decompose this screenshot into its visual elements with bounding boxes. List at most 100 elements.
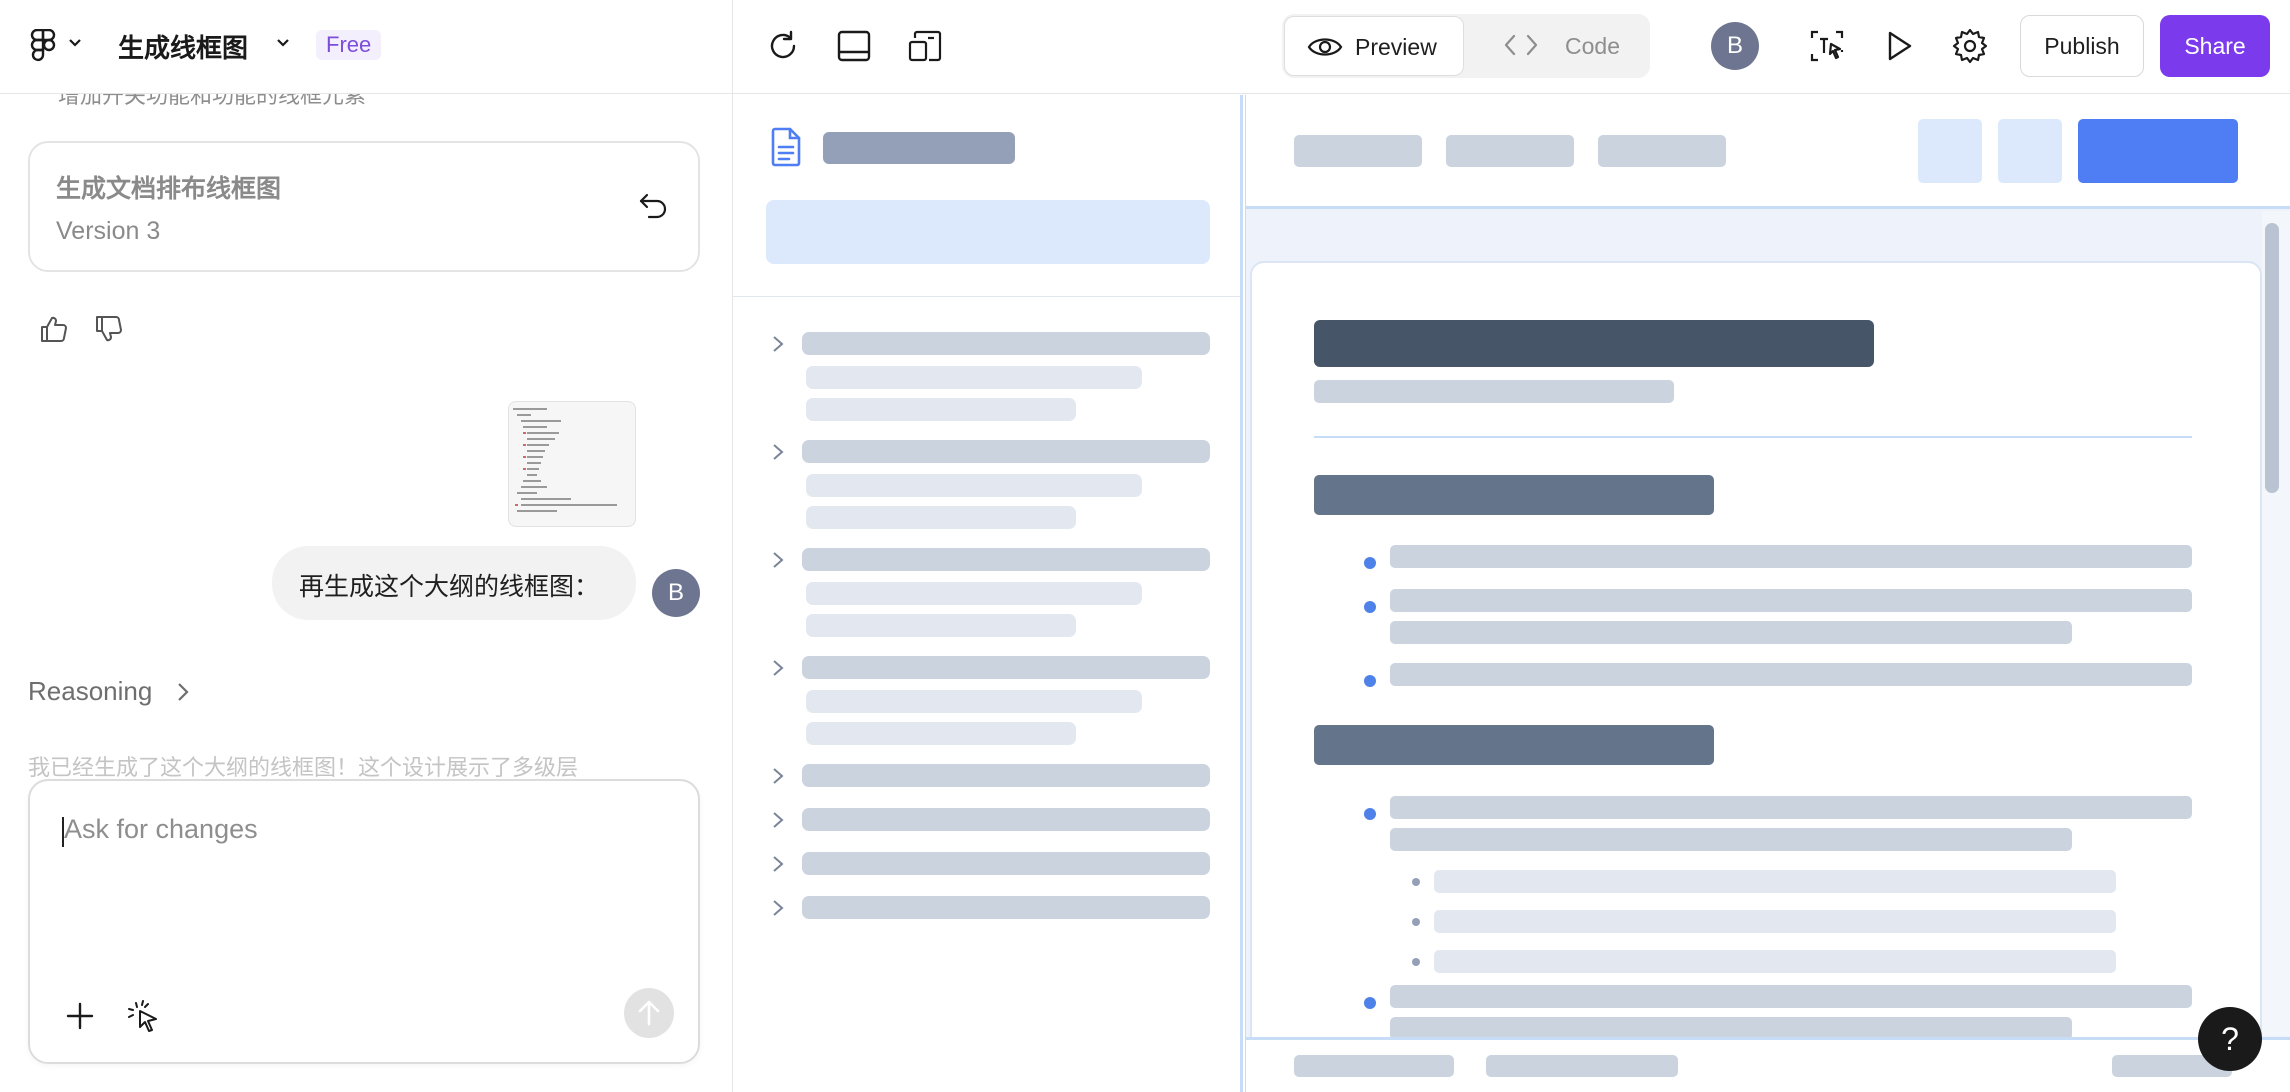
preview-document-card	[1250, 261, 2262, 1092]
skeleton-text-line	[1434, 910, 2116, 933]
tab-preview-label: Preview	[1355, 34, 1437, 60]
plan-badge: Free	[316, 30, 382, 60]
expand-chevron-icon[interactable]	[771, 442, 785, 462]
skeleton-nav-item	[1446, 135, 1574, 167]
skeleton-primary-button	[2078, 119, 2238, 183]
skeleton-outline-item[interactable]	[802, 656, 1210, 679]
skeleton-icon-button	[1918, 119, 1982, 183]
play-icon[interactable]	[1881, 28, 1917, 64]
skeleton-subtitle	[1314, 380, 1674, 403]
skeleton-outline-item[interactable]	[802, 808, 1210, 831]
skeleton-outline-subitem	[806, 366, 1142, 389]
divider	[733, 296, 1240, 297]
version-card[interactable]: 生成文档排布线框图 Version 3	[28, 141, 700, 272]
file-title[interactable]: 生成线框图	[118, 28, 248, 65]
skeleton-text-line	[1390, 621, 2072, 644]
responsive-icon[interactable]	[907, 28, 943, 64]
select-element-icon[interactable]	[124, 997, 164, 1037]
skeleton-text-line	[1390, 796, 2192, 819]
user-avatar[interactable]: B	[1711, 22, 1759, 70]
skeleton-icon-button	[1998, 119, 2062, 183]
wireframe-preview-canvas	[1245, 95, 2290, 1092]
skeleton-text-line	[1434, 870, 2116, 893]
skeleton-outline-subitem	[806, 582, 1142, 605]
skeleton-selected-block[interactable]	[766, 200, 1210, 264]
chat-header: 生成线框图 Free	[0, 0, 732, 94]
document-icon	[771, 127, 801, 167]
skeleton-outline-subitem	[806, 398, 1076, 421]
share-button[interactable]: Share	[2160, 15, 2270, 77]
skeleton-doc-title	[823, 132, 1015, 164]
reasoning-toggle[interactable]: Reasoning	[28, 676, 152, 707]
skeleton-footer-item	[1486, 1055, 1678, 1077]
skeleton-section-heading	[1314, 725, 1714, 765]
send-button[interactable]	[624, 988, 674, 1038]
thumbs-down-icon[interactable]	[93, 314, 123, 344]
dev-mode-icon[interactable]	[1809, 28, 1845, 64]
attached-image-thumbnail[interactable]	[508, 401, 636, 527]
skeleton-outline-item[interactable]	[802, 440, 1210, 463]
chevron-down-icon[interactable]	[68, 38, 82, 48]
tab-code[interactable]: Code	[1565, 33, 1620, 60]
preview-footer	[1246, 1037, 2290, 1092]
plus-icon[interactable]	[62, 998, 98, 1034]
refresh-icon[interactable]	[765, 28, 801, 64]
chat-panel: 增加开关功能和功能的线框元素 生成线框图 Free 生成文档排布线框图 Vers…	[0, 0, 733, 1092]
user-message-text: 再生成这个大纲的线框图：	[299, 573, 600, 601]
publish-button[interactable]: Publish	[2020, 15, 2144, 77]
sub-bullet	[1412, 918, 1420, 926]
skeleton-text-line	[1390, 545, 2192, 568]
code-icon[interactable]	[1504, 33, 1538, 57]
skeleton-outline-item[interactable]	[802, 896, 1210, 919]
settings-icon[interactable]	[1952, 28, 1988, 64]
user-message-bubble: 再生成这个大纲的线框图：	[272, 546, 636, 620]
chevron-right-icon[interactable]	[175, 681, 191, 703]
skeleton-outline-subitem	[806, 722, 1076, 745]
expand-chevron-icon[interactable]	[771, 898, 785, 918]
figma-logo-icon[interactable]	[30, 29, 56, 63]
bullet	[1364, 557, 1376, 569]
panel-bottom-icon[interactable]	[836, 28, 872, 64]
skeleton-text-line	[1390, 828, 2072, 851]
bullet	[1364, 675, 1376, 687]
chat-input-box[interactable]: Ask for changes	[28, 779, 700, 1064]
expand-chevron-icon[interactable]	[771, 658, 785, 678]
eye-icon	[1307, 38, 1343, 56]
expand-chevron-icon[interactable]	[771, 334, 785, 354]
chat-input-placeholder[interactable]: Ask for changes	[64, 814, 258, 845]
skeleton-text-line	[1390, 589, 2192, 612]
skeleton-outline-item[interactable]	[802, 548, 1210, 571]
skeleton-outline-subitem	[806, 506, 1076, 529]
sub-bullet	[1412, 958, 1420, 966]
expand-chevron-icon[interactable]	[771, 854, 785, 874]
bullet	[1364, 808, 1376, 820]
skeleton-text-line	[1434, 950, 2116, 973]
skeleton-outline-item[interactable]	[802, 852, 1210, 875]
view-mode-toggle: Preview Code	[1282, 14, 1650, 78]
undo-icon[interactable]	[636, 189, 670, 223]
help-button[interactable]: ?	[2198, 1007, 2262, 1071]
user-avatar: B	[652, 569, 700, 617]
divider	[1314, 436, 2192, 438]
preview-header	[1246, 95, 2290, 209]
wireframe-outline-sidebar	[733, 95, 1243, 1092]
sub-bullet	[1412, 878, 1420, 886]
skeleton-outline-item[interactable]	[802, 764, 1210, 787]
scrollbar-thumb[interactable]	[2265, 223, 2279, 493]
skeleton-section-heading	[1314, 475, 1714, 515]
expand-chevron-icon[interactable]	[771, 766, 785, 786]
skeleton-outline-item[interactable]	[802, 332, 1210, 355]
bullet	[1364, 997, 1376, 1009]
skeleton-nav-item	[1598, 135, 1726, 167]
expand-chevron-icon[interactable]	[771, 550, 785, 570]
version-title: 生成文档排布线框图	[56, 175, 282, 203]
skeleton-text-line	[1390, 985, 2192, 1008]
expand-chevron-icon[interactable]	[771, 810, 785, 830]
top-toolbar: Preview Code B Publish Share	[733, 0, 2290, 94]
skeleton-footer-item	[1294, 1055, 1454, 1077]
thumbs-up-icon[interactable]	[38, 314, 68, 344]
tab-preview[interactable]: Preview	[1284, 16, 1464, 76]
file-menu-chevron-icon[interactable]	[276, 38, 290, 48]
version-label: Version 3	[56, 217, 161, 245]
skeleton-outline-subitem	[806, 690, 1142, 713]
